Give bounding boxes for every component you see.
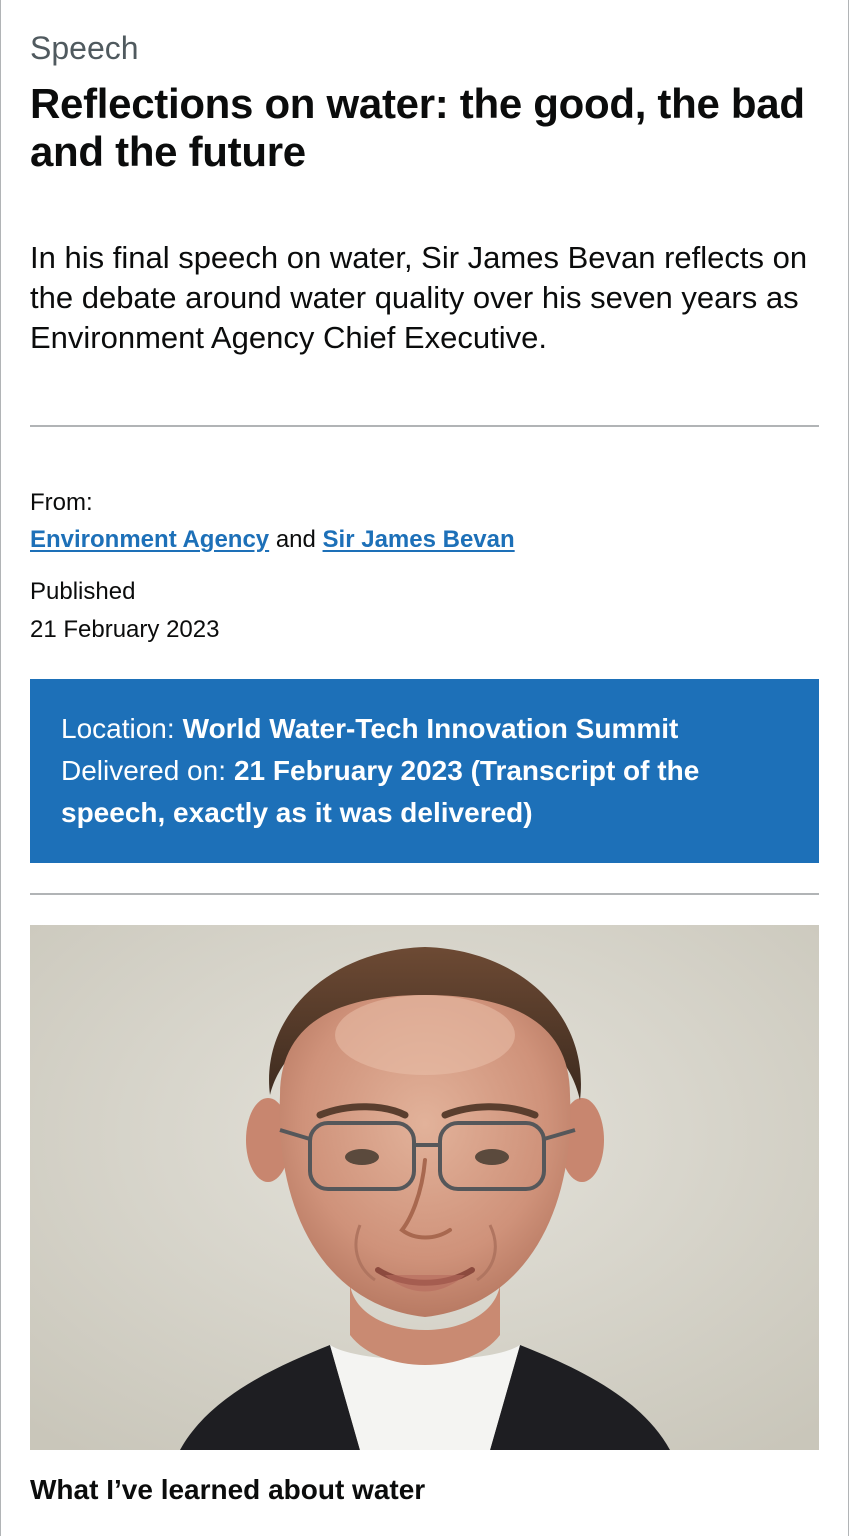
link-environment-agency[interactable]: Environment Agency	[30, 526, 269, 553]
published-label: Published	[30, 578, 136, 605]
delivered-label: Delivered on:	[61, 755, 226, 786]
section-heading: What I’ve learned about water	[30, 1474, 426, 1505]
page-caption: Speech	[30, 30, 139, 66]
from-links: Environment Agency and Sir James Bevan	[30, 524, 515, 556]
location-label: Location:	[61, 713, 175, 744]
published-date: 21 February 2023	[30, 616, 220, 643]
delivered-line: Delivered on: 21 February 2023 (Transcrip…	[61, 750, 791, 834]
from-separator: and	[275, 526, 316, 553]
page-title: Reflections on water: the good, the bad …	[30, 80, 805, 175]
portrait-photo	[30, 925, 819, 1450]
section-divider-2	[30, 893, 819, 895]
page-summary: In his final speech on water, Sir James …	[30, 240, 808, 355]
section-divider	[30, 425, 819, 427]
from-label: From:	[30, 489, 93, 516]
location-value: World Water-Tech Innovation Summit	[182, 713, 679, 744]
location-line: Location: World Water-Tech Innovation Sum…	[61, 708, 791, 750]
link-sir-james-bevan[interactable]: Sir James Bevan	[323, 526, 515, 553]
speech-info-box: Location: World Water-Tech Innovation Sum…	[30, 679, 819, 863]
